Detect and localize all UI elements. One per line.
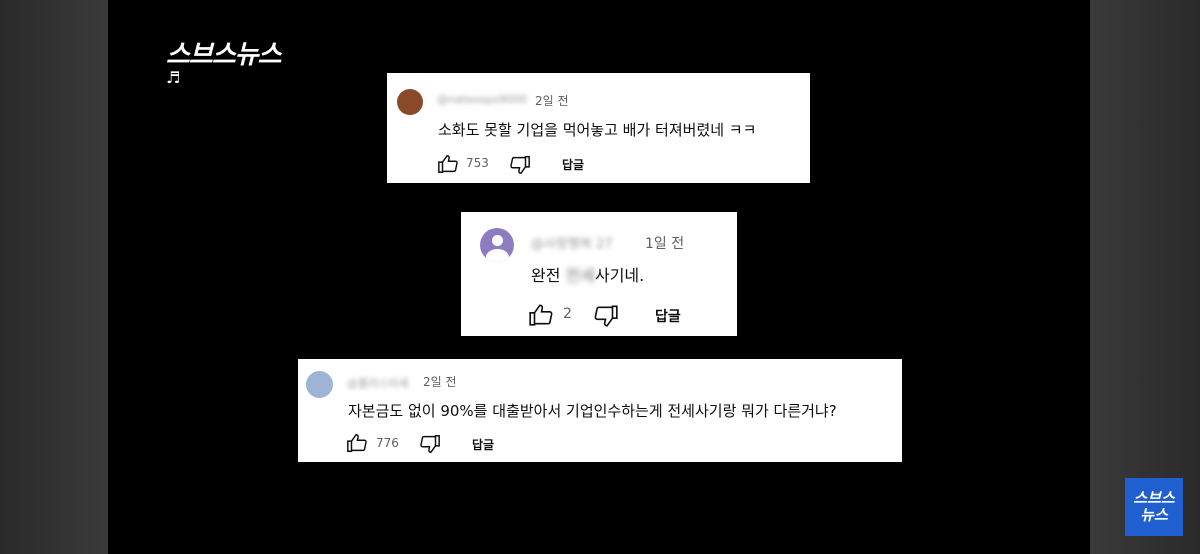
badge-line-1: 스브스 [1133,489,1175,507]
badge-line-2: 뉴스 [1140,506,1168,524]
comment-text-prefix: 완전 [531,266,566,285]
comment-time[interactable]: 2일 전 [535,92,569,109]
comment-author[interactable]: @사랑행복 27 [531,233,613,252]
comment-time[interactable]: 1일 전 [645,233,684,253]
left-side-panel [0,0,108,554]
thumbs-down-icon[interactable] [508,154,532,176]
reply-button[interactable]: 답글 [655,306,681,326]
right-side-panel [1090,0,1200,554]
avatar-body [486,249,509,262]
like-count: 2 [563,306,572,322]
like-count: 753 [466,156,489,170]
thumbs-up-icon[interactable] [436,153,460,175]
comment-text-suffix: 사기네. [594,266,645,285]
avatar[interactable] [480,228,514,262]
comment-text-censored: 전세 [565,266,595,285]
reply-button[interactable]: 답글 [472,436,494,453]
comment-author[interactable]: @플러스미세 [347,375,409,391]
comment-text: 완전 전세사기네. [531,262,644,286]
comment-author[interactable]: @nateoops9000 [437,93,527,106]
comment-time[interactable]: 2일 전 [423,373,457,390]
comment-text: 소화도 못할 기업을 먹어놓고 배가 터져버렸네 ㅋㅋ [438,121,757,139]
music-note-icon: ♬ [166,68,181,87]
comment-card-3: @플러스미세 2일 전 자본금도 없이 90%를 대출받아서 기업인수하는게 전… [298,359,902,462]
avatar[interactable] [397,89,423,115]
channel-logo: 스브스뉴스 [166,40,282,70]
thumbs-up-icon[interactable] [527,302,555,328]
reply-button[interactable]: 답글 [562,156,584,173]
thumbs-down-icon[interactable] [592,303,620,329]
comment-card-2: @사랑행복 27 1일 전 완전 전세사기네. 2 답글 [461,212,737,336]
comment-card-1: @nateoops9000 2일 전 소화도 못할 기업을 먹어놓고 배가 터져… [387,73,810,183]
thumbs-down-icon[interactable] [418,433,442,455]
avatar-head [492,235,503,246]
comment-text: 자본금도 없이 90%를 대출받아서 기업인수하는게 전세사기랑 뭐가 다른거냐… [348,402,837,420]
corner-logo-badge: 스브스 뉴스 [1125,478,1183,536]
avatar[interactable] [306,371,333,398]
like-count: 776 [376,436,399,450]
thumbs-up-icon[interactable] [345,432,369,454]
